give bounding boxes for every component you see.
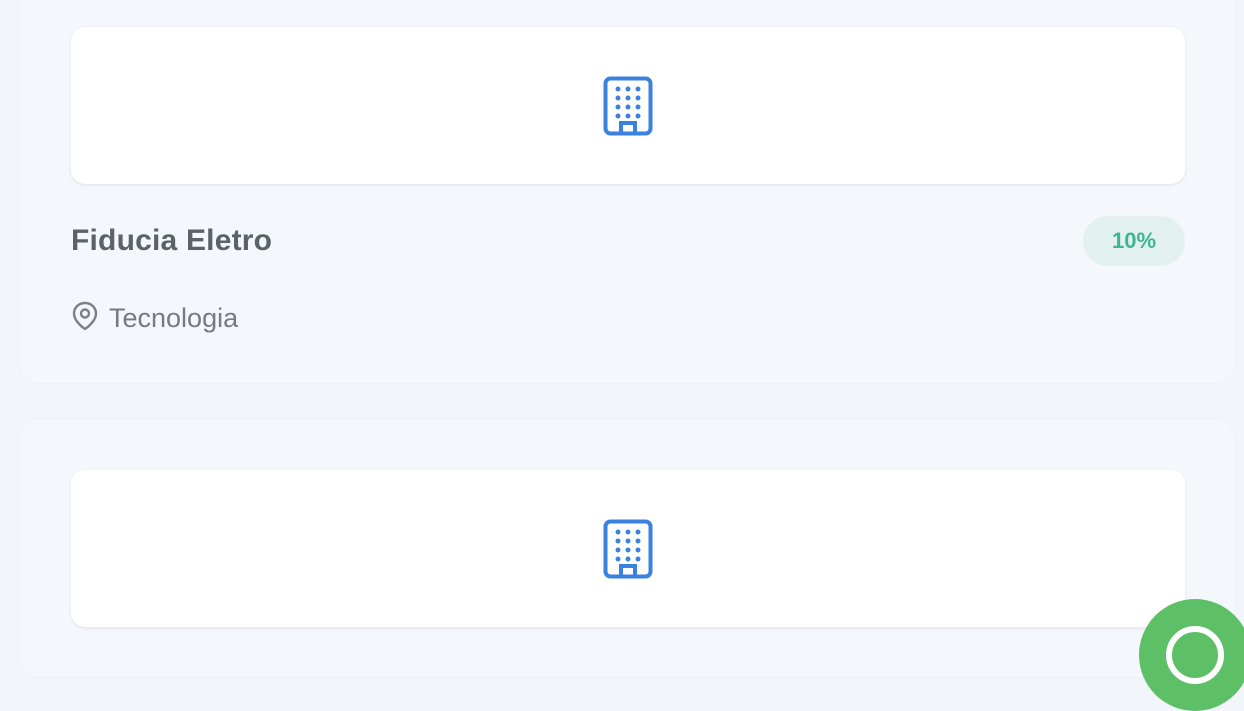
company-card[interactable]: Fiducia Eletro 10% Tecnologia <box>18 0 1236 384</box>
company-logo <box>71 27 1185 184</box>
company-logo <box>71 470 1185 627</box>
company-name: Fiducia Eletro <box>71 224 273 257</box>
company-card[interactable] <box>18 418 1236 678</box>
discount-badge: 10% <box>1083 216 1185 266</box>
building-icon <box>603 76 653 136</box>
building-icon <box>603 519 653 579</box>
location-pin-icon <box>71 301 99 336</box>
whatsapp-fab-button[interactable] <box>1139 599 1244 711</box>
category-label: Tecnologia <box>109 303 239 333</box>
company-category: Tecnologia <box>71 301 238 336</box>
